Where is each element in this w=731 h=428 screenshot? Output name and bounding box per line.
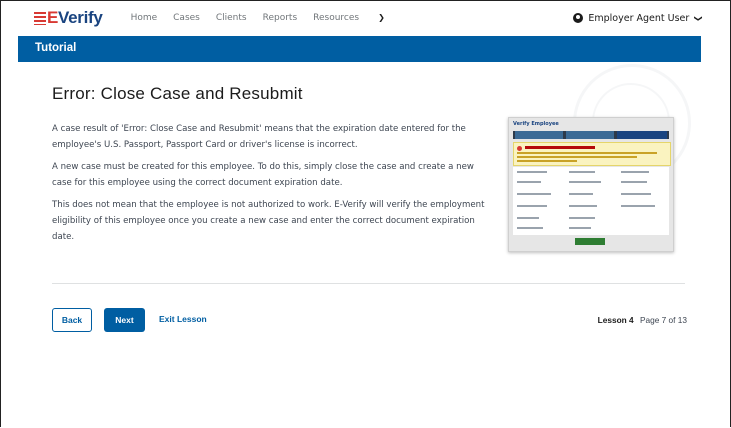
- nav-reports[interactable]: Reports: [263, 13, 298, 23]
- screenshot-thumbnail: Verify Employee: [508, 117, 674, 252]
- page-indicator: Page 7 of 13: [639, 315, 687, 325]
- nav-resources[interactable]: Resources ❯: [313, 13, 401, 23]
- tutorial-banner: Tutorial: [18, 36, 701, 62]
- thumbnail-case-details: [513, 167, 669, 235]
- thumbnail-close-case-button: [575, 238, 605, 245]
- nav-cases[interactable]: Cases: [173, 13, 200, 23]
- page-title: Error: Close Case and Resubmit: [52, 84, 303, 103]
- nav-resources-label: Resources: [313, 13, 360, 23]
- thumbnail-error-alert: [513, 142, 671, 166]
- logo-text: Verify: [58, 8, 103, 27]
- thumbnail-progress: [513, 131, 669, 139]
- main-nav: Home Cases Clients Reports Resources ❯: [131, 13, 417, 23]
- user-circle-icon: [573, 13, 584, 23]
- lesson-label: Lesson 4: [597, 315, 634, 325]
- chevron-down-icon: ❯: [378, 13, 385, 22]
- user-menu[interactable]: Employer Agent User ❯: [573, 12, 704, 24]
- nav-home[interactable]: Home: [131, 13, 158, 23]
- paragraph-3: This does not mean that the employee is …: [52, 200, 485, 242]
- chevron-down-icon: ❯: [694, 14, 704, 22]
- paragraph-1: A case result of 'Error: Close Case and …: [52, 124, 466, 150]
- user-name: Employer Agent User: [588, 12, 690, 24]
- top-navigation: E Verify Home Cases Clients Reports Reso…: [34, 6, 704, 30]
- thumbnail-heading: Verify Employee: [513, 121, 559, 127]
- flag-icon: [34, 11, 46, 25]
- paragraph-2: A new case must be created for this empl…: [52, 162, 474, 188]
- nav-clients[interactable]: Clients: [216, 13, 247, 23]
- next-button[interactable]: Next: [104, 308, 145, 332]
- everify-logo[interactable]: E Verify: [34, 8, 103, 28]
- back-button[interactable]: Back: [52, 308, 92, 332]
- lesson-progress: Lesson 4 Page 7 of 13: [598, 315, 687, 325]
- banner-title: Tutorial: [35, 42, 77, 54]
- exit-lesson-link[interactable]: Exit Lesson: [159, 314, 207, 324]
- divider: [52, 283, 685, 284]
- logo-prefix: E: [47, 8, 59, 27]
